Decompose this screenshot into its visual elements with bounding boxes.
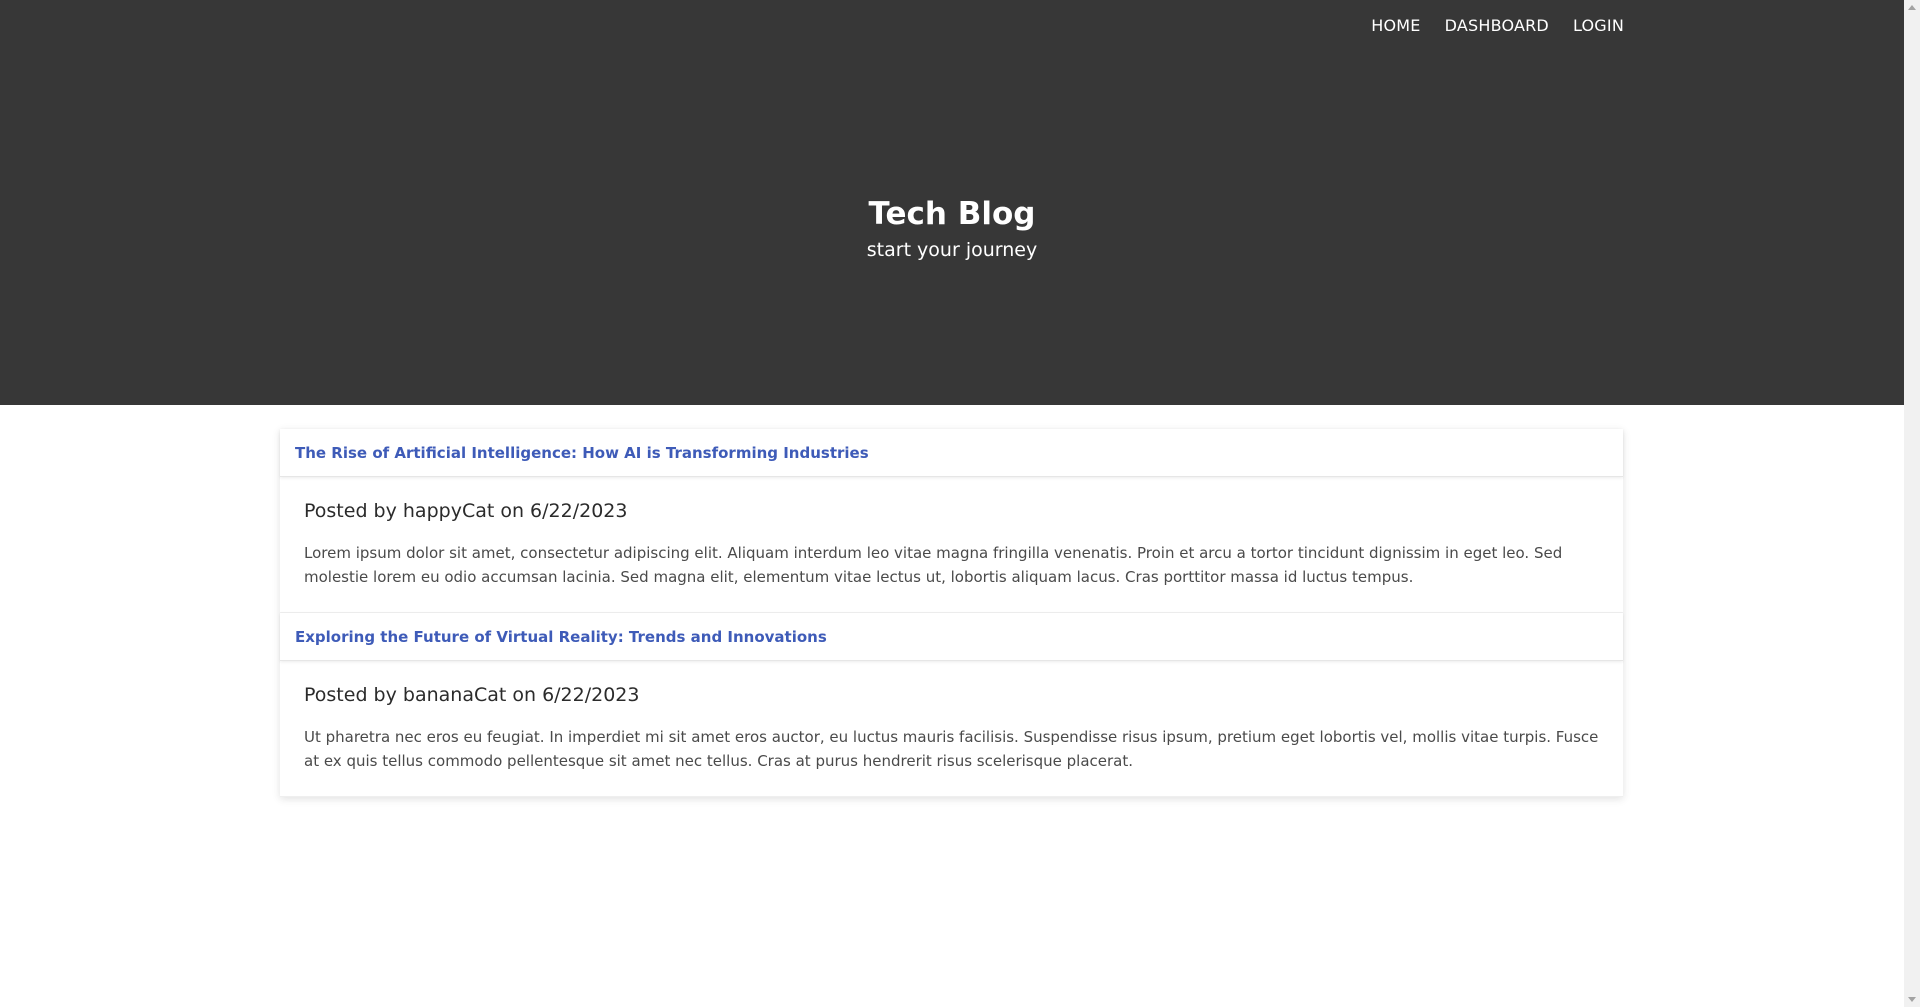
post-content: Ut pharetra nec eros eu feugiat. In impe… — [304, 728, 1599, 770]
post-list: The Rise of Artificial Intelligence: How… — [280, 429, 1623, 797]
nav-login-link[interactable]: LOGIN — [1573, 16, 1624, 35]
site-title: Tech Blog — [868, 196, 1036, 232]
site-subtitle: start your journey — [866, 239, 1038, 261]
post-content: Lorem ipsum dolor sit amet, consectetur … — [304, 544, 1563, 586]
post-header: The Rise of Artificial Intelligence: How… — [280, 429, 1623, 477]
nav-dashboard-link[interactable]: DASHBOARD — [1445, 16, 1549, 35]
post-card: The Rise of Artificial Intelligence: How… — [280, 429, 1623, 613]
post-title-link[interactable]: Exploring the Future of Virtual Reality:… — [295, 628, 827, 646]
post-meta: Posted by bananaCat on 6/22/2023 — [304, 684, 640, 706]
post-title-link[interactable]: The Rise of Artificial Intelligence: How… — [295, 444, 869, 462]
scroll-down-arrow-icon[interactable] — [1908, 997, 1916, 1002]
post-card: Exploring the Future of Virtual Reality:… — [280, 613, 1623, 797]
vertical-scrollbar[interactable] — [1904, 0, 1920, 1007]
nav-home-link[interactable]: HOME — [1371, 16, 1420, 35]
post-header: Exploring the Future of Virtual Reality:… — [280, 613, 1623, 661]
scroll-up-arrow-icon[interactable] — [1908, 5, 1916, 10]
post-meta: Posted by happyCat on 6/22/2023 — [304, 500, 628, 522]
post-body: Posted by bananaCat on 6/22/2023 Ut phar… — [280, 661, 1623, 797]
page: HOME DASHBOARD LOGIN Tech Blog start you… — [0, 0, 1904, 1007]
top-nav: HOME DASHBOARD LOGIN — [1371, 16, 1624, 35]
hero-header: HOME DASHBOARD LOGIN Tech Blog start you… — [0, 0, 1904, 405]
post-body: Posted by happyCat on 6/22/2023 Lorem ip… — [280, 477, 1623, 613]
